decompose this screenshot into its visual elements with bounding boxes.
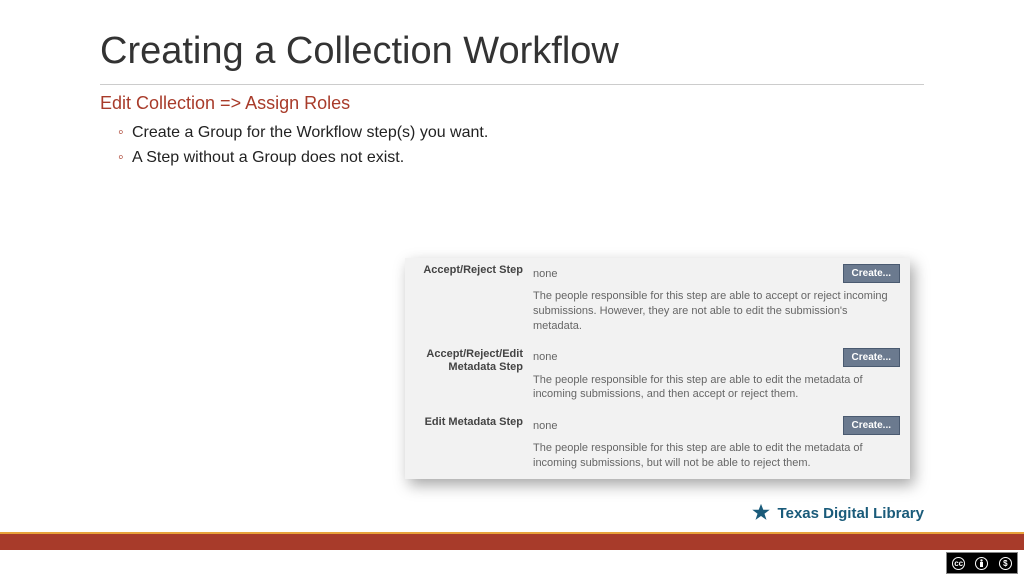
divider [100, 84, 924, 85]
step-label: Edit Metadata Step [415, 416, 533, 430]
list-item: Create a Group for the Workflow step(s) … [118, 120, 924, 146]
by-icon [975, 557, 988, 570]
breadcrumb: Edit Collection => Assign Roles [100, 93, 924, 114]
create-button[interactable]: Create... [843, 348, 900, 367]
step-row: Edit Metadata Step none Create... The pe… [405, 410, 910, 479]
cc-license-badge: cc $ [946, 552, 1018, 574]
footer-bar [0, 532, 1024, 550]
step-row: Accept/Reject Step none Create... The pe… [405, 258, 910, 342]
texas-digital-library-logo: Texas Digital Library [750, 502, 924, 524]
step-label: Accept/Reject/Edit Metadata Step [415, 348, 533, 376]
list-item: A Step without a Group does not exist. [118, 145, 924, 171]
create-button[interactable]: Create... [843, 264, 900, 283]
footer-bottom [0, 550, 1024, 576]
create-button[interactable]: Create... [843, 416, 900, 435]
logo-text: Texas Digital Library [778, 505, 924, 522]
step-value: none [533, 420, 557, 432]
cc-icon: cc [952, 557, 965, 570]
step-row: Accept/Reject/Edit Metadata Step none Cr… [405, 342, 910, 411]
nc-icon: $ [999, 557, 1012, 570]
slide-title: Creating a Collection Workflow [100, 30, 924, 74]
step-description: The people responsible for this step are… [533, 289, 900, 340]
step-value: none [533, 351, 557, 363]
step-description: The people responsible for this step are… [533, 441, 900, 477]
star-icon [750, 502, 772, 524]
workflow-steps-panel: Accept/Reject Step none Create... The pe… [405, 258, 910, 479]
step-description: The people responsible for this step are… [533, 373, 900, 409]
step-value: none [533, 268, 557, 280]
bullet-list: Create a Group for the Workflow step(s) … [100, 120, 924, 171]
step-label: Accept/Reject Step [415, 264, 533, 278]
